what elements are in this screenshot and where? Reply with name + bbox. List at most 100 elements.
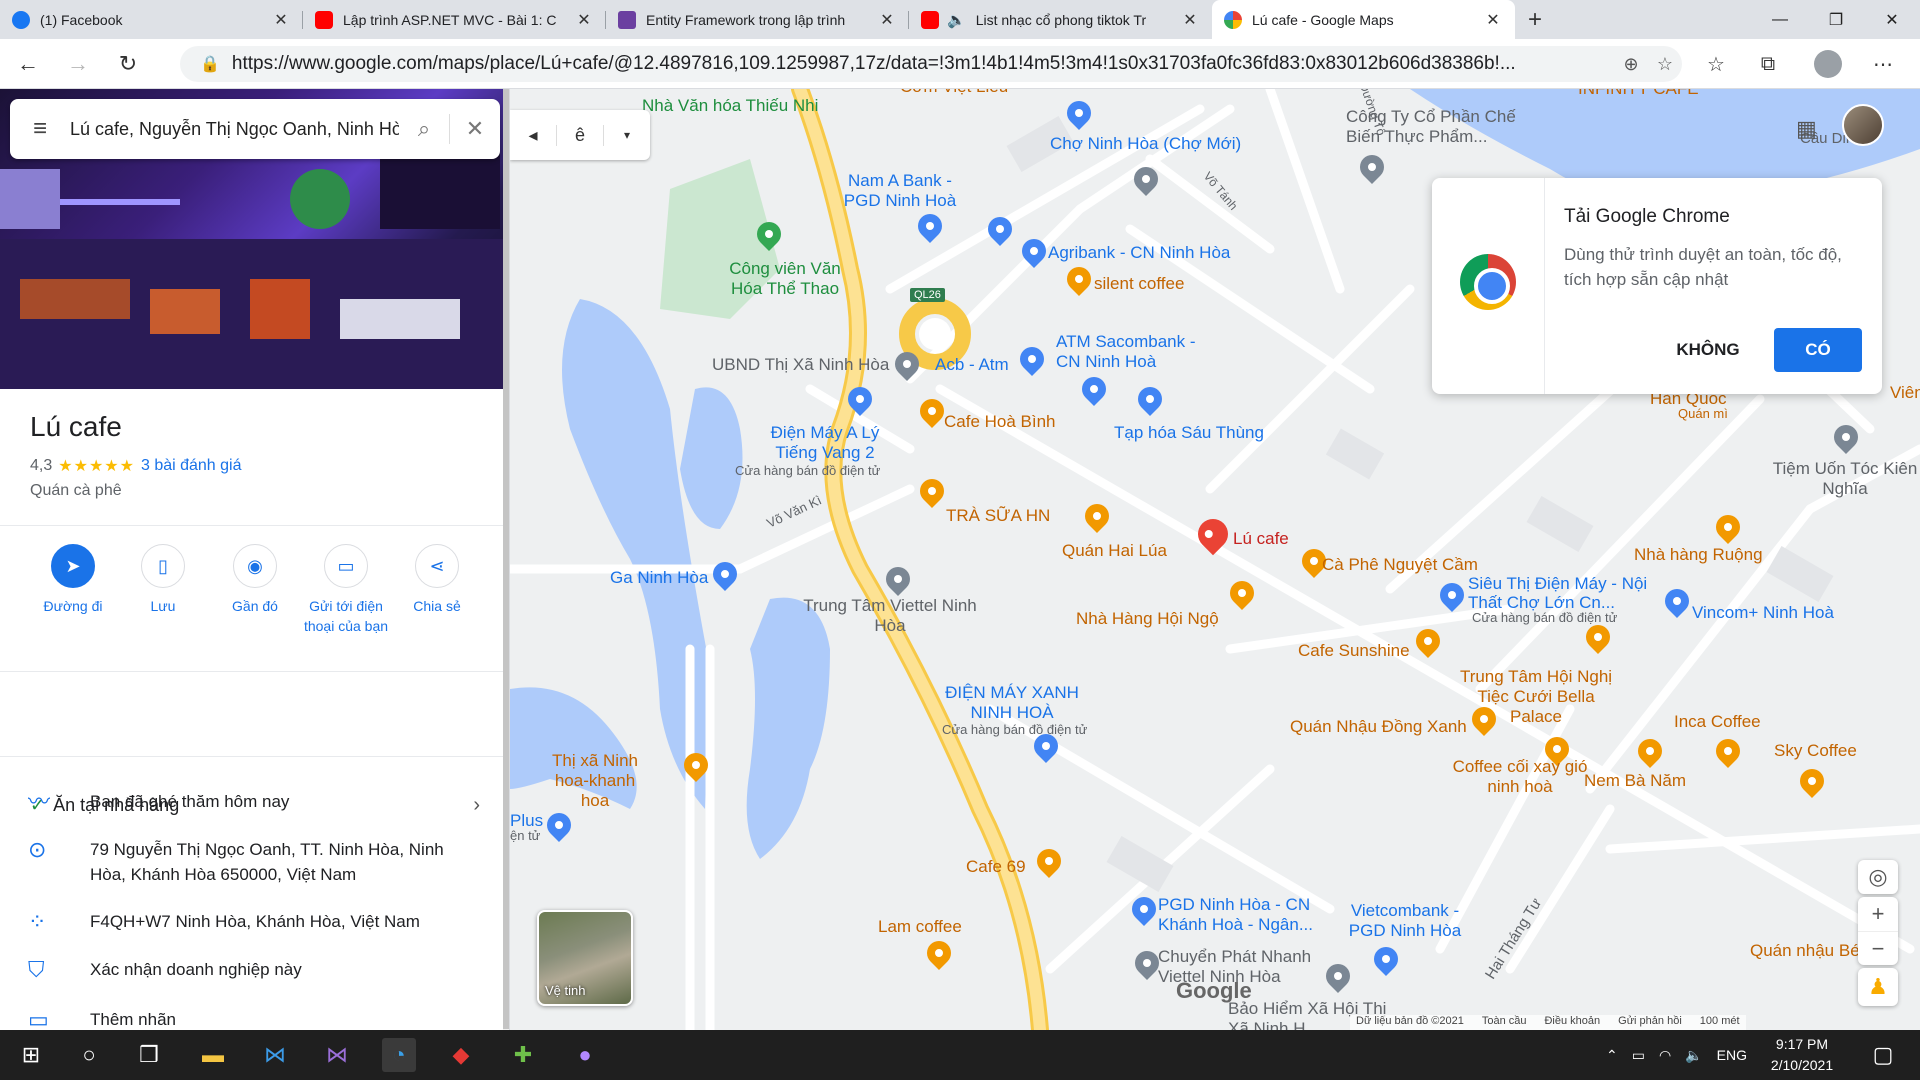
global-link[interactable]: Toàn cầu xyxy=(1482,1015,1527,1030)
save-button[interactable]: ▯ Lưu xyxy=(118,544,208,616)
speaker-icon[interactable]: 🔈 xyxy=(947,11,966,29)
poi-dien-may-xanh[interactable]: ĐIỆN MÁY XANH NINH HOÀ xyxy=(942,683,1082,723)
task-view-icon[interactable]: ❒ xyxy=(132,1038,166,1072)
search-icon[interactable]: ⌕ xyxy=(399,116,449,142)
battery-icon[interactable]: ▭ xyxy=(1632,1047,1645,1064)
user-avatar[interactable] xyxy=(1842,104,1884,146)
edge-browser-icon[interactable]: ◔ xyxy=(382,1038,416,1072)
tab-aspnet[interactable]: Lập trình ASP.NET MVC - Bài 1: C ✕ xyxy=(303,0,606,39)
poi-ga-ninh-hoa[interactable]: Ga Ninh Hòa xyxy=(610,568,708,588)
poi-quan-nhau-dong-xanh[interactable]: Quán Nhậu Đồng Xanh xyxy=(1290,717,1467,737)
poi-thi-xa[interactable]: Thị xã Ninh hoa-khanh hoa xyxy=(540,751,650,811)
poi-com-viet-lieu[interactable]: Cơm Việt Liêu xyxy=(900,89,1008,97)
feedback-link[interactable]: Gửi phản hồi xyxy=(1618,1015,1682,1030)
lock-icon[interactable]: 🔒 xyxy=(200,54,220,74)
minimize-button[interactable]: — xyxy=(1752,0,1808,39)
close-window-button[interactable]: ✕ xyxy=(1864,0,1920,39)
close-icon[interactable]: ✕ xyxy=(574,10,594,30)
tab-facebook[interactable]: (1) Facebook ✕ xyxy=(0,0,303,39)
poi-infinity-cafe[interactable]: INFINITY CAFE xyxy=(1578,89,1699,99)
poi-trung-tam-viettel[interactable]: Trung Tâm Viettel Ninh Hòa xyxy=(800,596,980,636)
street-view-pegman-icon[interactable]: ♟ xyxy=(1858,968,1898,1006)
clock[interactable]: 9:17 PM 2/10/2021 xyxy=(1756,1034,1848,1076)
claim-business-row[interactable]: ⛉ Xác nhận doanh nghiệp này xyxy=(28,957,478,982)
tab-google-maps[interactable]: Lú cafe - Google Maps ✕ xyxy=(1212,0,1515,39)
poi-inca-coffee[interactable]: Inca Coffee xyxy=(1674,712,1761,732)
close-icon[interactable]: ✕ xyxy=(450,116,500,142)
poi-cafe-sunshine[interactable]: Cafe Sunshine xyxy=(1298,641,1410,661)
my-location-button[interactable]: ◎ xyxy=(1858,860,1898,894)
poi-agribank[interactable]: Agribank - CN Ninh Hòa xyxy=(1048,243,1230,263)
forward-button[interactable]: → xyxy=(56,42,100,86)
file-explorer-icon[interactable]: ▬ xyxy=(196,1038,230,1072)
collections-icon[interactable]: ⧉ xyxy=(1745,43,1791,85)
github-desktop-icon[interactable]: ● xyxy=(568,1038,602,1072)
visited-row[interactable]: 〰 Bạn đã ghé thăm hôm nay xyxy=(28,789,478,814)
directions-button[interactable]: ➤ Đường đi xyxy=(28,544,118,616)
poi-selected-lu-cafe[interactable]: Lú cafe xyxy=(1233,529,1289,549)
favorite-star-icon[interactable]: ☆ xyxy=(1648,54,1682,75)
collapse-panel-icon[interactable]: ◂ xyxy=(510,125,556,146)
close-icon[interactable]: ✕ xyxy=(271,10,291,30)
chevron-up-icon[interactable]: ⌃ xyxy=(1606,1047,1618,1064)
poi-nem-ba-nam[interactable]: Nem Bà Năm xyxy=(1584,771,1686,791)
search-box[interactable]: ≡ Lú cafe, Nguyễn Thị Ngọc Oanh, Ninh Hò… xyxy=(10,99,500,159)
poi-cho-ninh-hoa[interactable]: Chợ Ninh Hòa (Chợ Mới) xyxy=(1050,134,1241,154)
add-label-row[interactable]: ▭ Thêm nhãn xyxy=(28,1007,478,1030)
address-row[interactable]: ⊙ 79 Nguyễn Thị Ngọc Oanh, TT. Ninh Hòa,… xyxy=(28,837,478,887)
tab-entity-framework[interactable]: Entity Framework trong lập trình ✕ xyxy=(606,0,909,39)
zoom-out-button[interactable]: − xyxy=(1858,931,1898,965)
reload-button[interactable]: ↻ xyxy=(106,42,150,86)
satellite-layer-toggle[interactable]: Vệ tinh xyxy=(537,910,633,1006)
new-tab-button[interactable]: + xyxy=(1515,0,1555,39)
poi-tra-sua[interactable]: TRÀ SỮA HN xyxy=(946,506,1050,526)
favorites-icon[interactable]: ☆ xyxy=(1693,43,1739,85)
poi-sieu-thi-dien-may[interactable]: Siêu Thị Điện Máy - Nội Thất Chợ Lớn Cn.… xyxy=(1468,574,1658,612)
poi-tap-hoa[interactable]: Tạp hóa Sáu Thùng xyxy=(1114,423,1264,443)
profile-icon[interactable] xyxy=(1805,43,1851,85)
close-icon[interactable]: ✕ xyxy=(1483,10,1503,30)
poi-sky-coffee[interactable]: Sky Coffee xyxy=(1774,741,1857,761)
poi-nha-van-hoa[interactable]: Nhà Văn hóa Thiếu Nhi xyxy=(642,96,818,116)
search-icon[interactable]: ○ xyxy=(72,1038,106,1072)
poi-nha-hang-hoi-ngo[interactable]: Nhà Hàng Hội Ngộ xyxy=(1076,609,1219,629)
send-to-phone-button[interactable]: ▭ Gửi tới điện thoại của bạn xyxy=(301,544,391,636)
place-category[interactable]: Quán cà phê xyxy=(30,482,122,500)
volume-icon[interactable]: 🔈 xyxy=(1685,1047,1702,1064)
menu-icon[interactable]: ≡ xyxy=(10,115,70,143)
more-menu-icon[interactable]: ⋯ xyxy=(1860,43,1906,85)
poi-quan-hai-lua[interactable]: Quán Hai Lúa xyxy=(1062,541,1167,561)
poi-acb-atm[interactable]: Acb - Atm xyxy=(935,355,1009,375)
plus-code-row[interactable]: ⁘ F4QH+W7 Ninh Hòa, Khánh Hòa, Việt Nam xyxy=(28,909,478,934)
reviews-link[interactable]: 3 bài đánh giá xyxy=(141,457,242,475)
poi-vincom[interactable]: Vincom+ Ninh Hoà xyxy=(1692,603,1834,623)
poi-silent-coffee[interactable]: silent coffee xyxy=(1094,274,1184,294)
close-icon[interactable]: ✕ xyxy=(877,10,897,30)
nearby-button[interactable]: ◉ Gần đó xyxy=(210,544,300,616)
poi-dien-may-a-ly[interactable]: Điện Máy A Lý Tiếng Vang 2 xyxy=(760,423,890,463)
address-bar[interactable]: 🔒 https://www.google.com/maps/place/Lú+c… xyxy=(180,46,1682,82)
panel-scrollbar[interactable] xyxy=(503,89,509,1030)
visual-studio-icon[interactable]: ⋈ xyxy=(320,1038,354,1072)
poi-nha-hang-ruong[interactable]: Nhà hàng Ruộng xyxy=(1634,545,1763,565)
zoom-in-button[interactable]: + xyxy=(1858,897,1898,931)
maximize-button[interactable]: ❐ xyxy=(1808,0,1864,39)
search-input[interactable]: Lú cafe, Nguyễn Thị Ngọc Oanh, Ninh Hòa xyxy=(70,119,399,140)
dropdown-icon[interactable]: ▾ xyxy=(604,128,650,142)
wifi-icon[interactable]: ◠ xyxy=(1659,1047,1671,1064)
apps-grid-icon[interactable]: ▦ xyxy=(1796,116,1817,142)
poi-quan-nhau-be[interactable]: Quán nhậu Bé xyxy=(1750,941,1860,961)
language-indicator[interactable]: ENG xyxy=(1717,1047,1747,1063)
layer-letter[interactable]: ê xyxy=(556,124,604,146)
poi-nam-a-bank[interactable]: Nam A Bank - PGD Ninh Hoà xyxy=(835,171,965,211)
poi-lam-coffee[interactable]: Lam coffee xyxy=(878,917,962,937)
poi-coffee-coi-xay[interactable]: Coffee cối xay gió ninh hoà xyxy=(1450,757,1590,797)
share-button[interactable]: ⋖ Chia sẻ xyxy=(392,544,482,616)
app-icon[interactable]: ✚ xyxy=(506,1038,540,1072)
back-button[interactable]: ← xyxy=(6,42,50,86)
poi-vien[interactable]: Viên xyxy=(1890,383,1920,403)
poi-cafe-hoa-binh[interactable]: Cafe Hoà Bình xyxy=(944,412,1056,432)
poi-vietcombank[interactable]: Vietcombank - PGD Ninh Hòa xyxy=(1340,901,1470,941)
poi-pgd-ninh-hoa[interactable]: PGD Ninh Hòa - CN Khánh Hoà - Ngân... xyxy=(1158,895,1328,935)
vscode-icon[interactable]: ⋈ xyxy=(258,1038,292,1072)
